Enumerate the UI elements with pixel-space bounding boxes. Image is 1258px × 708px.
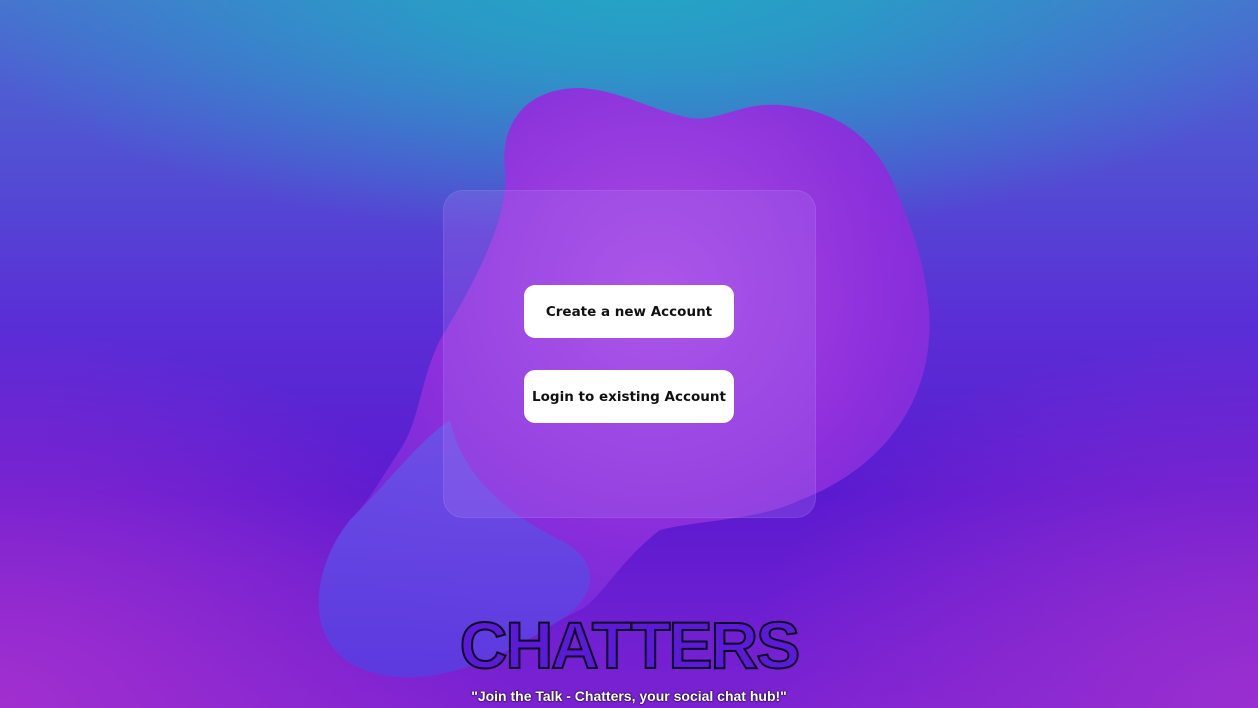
login-account-button[interactable]: Login to existing Account [524,370,734,423]
brand-tagline: "Join the Talk - Chatters, your social c… [471,688,787,704]
auth-card: Create a new Account Login to existing A… [443,190,816,518]
create-account-button[interactable]: Create a new Account [524,285,734,338]
brand-logo: CHATTERS [459,608,801,682]
